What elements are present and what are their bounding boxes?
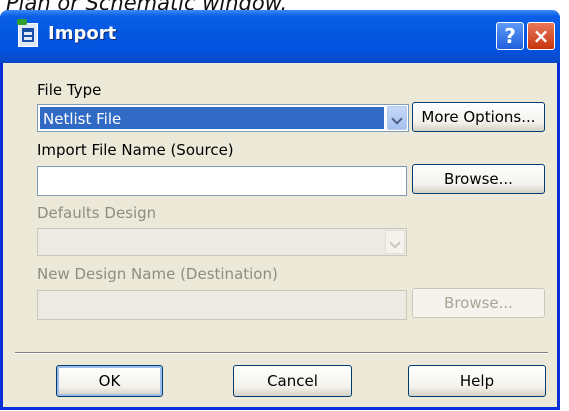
close-button[interactable]: ×: [527, 22, 555, 50]
ok-button[interactable]: OK: [56, 365, 163, 397]
new-design-name-input[interactable]: [38, 291, 406, 319]
cancel-button[interactable]: Cancel: [233, 365, 352, 397]
defaults-design-label: Defaults Design: [37, 204, 157, 222]
defaults-design-select[interactable]: [37, 228, 407, 256]
help-button[interactable]: Help: [408, 365, 546, 397]
file-type-selected-value: Netlist File: [40, 107, 384, 129]
title-help-button[interactable]: ?: [496, 22, 524, 50]
import-dialog: Import ? × File Type Netlist File More O…: [0, 10, 560, 410]
chevron-down-icon[interactable]: [385, 230, 405, 254]
new-design-name-input-box[interactable]: [37, 290, 407, 320]
browse-source-button[interactable]: Browse...: [412, 164, 545, 194]
window-title: Import: [48, 23, 117, 44]
app-icon: [17, 19, 38, 47]
chevron-down-icon[interactable]: [387, 106, 407, 130]
new-design-name-label: New Design Name (Destination): [37, 265, 278, 283]
more-options-button[interactable]: More Options...: [412, 102, 545, 132]
footer-divider: [15, 352, 548, 354]
import-file-name-label: Import File Name (Source): [37, 141, 234, 159]
import-file-name-input[interactable]: [38, 167, 406, 195]
title-bar[interactable]: Import ? ×: [0, 10, 560, 63]
defaults-design-value: [40, 231, 382, 253]
import-file-name-input-box[interactable]: [37, 166, 407, 196]
browse-destination-button[interactable]: Browse...: [412, 288, 545, 318]
file-type-select[interactable]: Netlist File: [37, 104, 409, 132]
file-type-label: File Type: [37, 81, 102, 99]
